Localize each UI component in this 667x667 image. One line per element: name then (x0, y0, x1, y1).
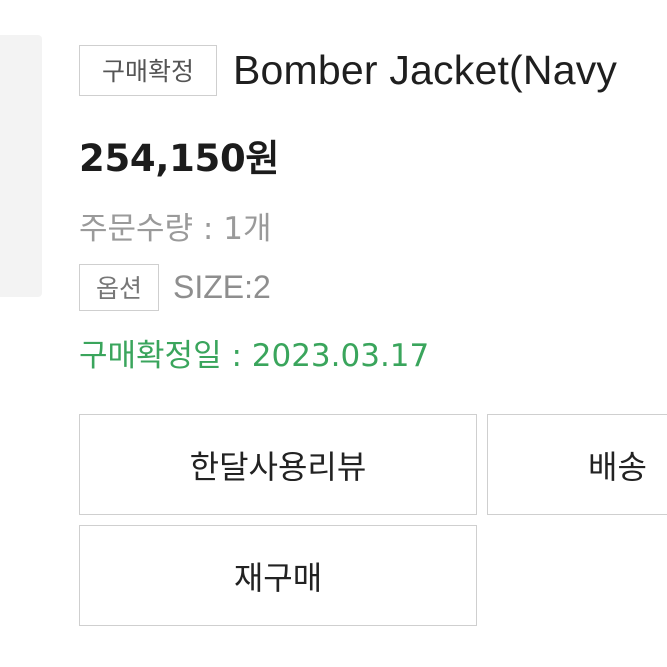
rebuy-label: 재구매 (233, 558, 323, 597)
shipping-button[interactable]: 배송 (487, 414, 667, 515)
purchase-confirmed-badge: 구매확정 (79, 44, 217, 96)
option-badge: 옵션 (79, 263, 159, 311)
product-name[interactable]: Bomber Jacket(Navy (233, 47, 617, 94)
purchase-confirmed-date: 구매확정일 : 2023.03.17 (79, 338, 430, 374)
product-thumbnail[interactable] (0, 35, 42, 297)
order-quantity: 주문수량 : 1개 (79, 211, 272, 247)
product-price: 254,150원 (79, 137, 280, 180)
shipping-label: 배송 (588, 447, 647, 486)
option-row: 옵션 SIZE:2 (79, 263, 271, 311)
monthly-review-button[interactable]: 한달사용리뷰 (79, 414, 477, 515)
option-value: SIZE:2 (173, 268, 271, 305)
monthly-review-label: 한달사용리뷰 (189, 447, 367, 486)
rebuy-button[interactable]: 재구매 (79, 525, 477, 626)
product-title-row: 구매확정 Bomber Jacket(Navy (79, 44, 617, 96)
order-item-card: 구매확정 Bomber Jacket(Navy 254,150원 주문수량 : … (0, 0, 667, 667)
